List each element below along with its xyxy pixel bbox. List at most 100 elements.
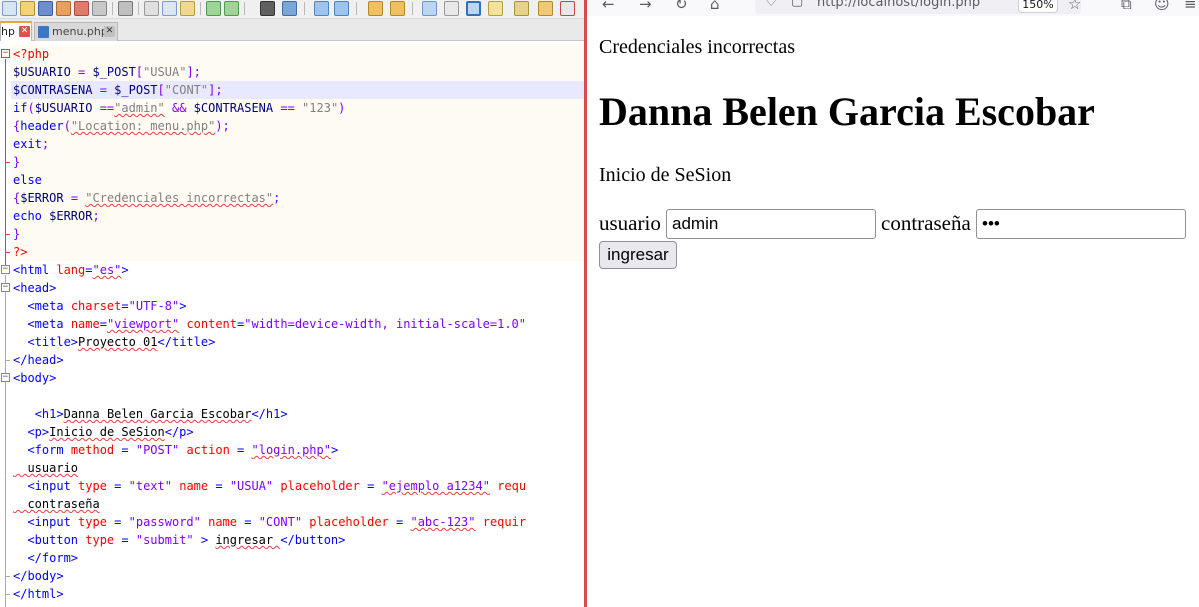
tab-login-php[interactable]: hp ✕	[0, 21, 32, 41]
undo-icon[interactable]	[206, 1, 221, 16]
fold-toggle-icon[interactable]: −	[1, 373, 10, 382]
zoom-level-badge[interactable]: 150%	[1018, 0, 1058, 13]
code-token: )	[338, 101, 346, 115]
code-editor-window: hp ✕ menu.php ✕ − − − − <?php $USUARIO = $_P…	[0, 0, 585, 607]
tab-label: menu.php	[52, 25, 108, 38]
save-icon[interactable]	[38, 1, 53, 16]
home-icon[interactable]: ⌂	[710, 0, 720, 13]
username-input[interactable]	[666, 209, 876, 239]
code-line[interactable]: <head>	[11, 279, 585, 297]
submit-button[interactable]: ingresar	[599, 241, 677, 269]
code-line[interactable]: <html lang="es">	[11, 261, 585, 279]
close-file-icon[interactable]	[74, 1, 89, 16]
menu-icon[interactable]: ≡	[1184, 0, 1197, 13]
function-list-icon[interactable]	[514, 1, 529, 16]
word-wrap-icon[interactable]	[422, 1, 437, 16]
code-line[interactable]: <?php	[11, 45, 585, 63]
show-all-chars-icon[interactable]	[444, 1, 459, 16]
code-token: </title>	[157, 335, 216, 349]
close-icon[interactable]: ✕	[104, 26, 115, 37]
code-token: </button>	[280, 533, 346, 547]
password-input[interactable]	[976, 209, 1186, 239]
fold-toggle-icon[interactable]: −	[1, 265, 10, 274]
code-token: type	[78, 479, 107, 493]
code-line[interactable]: {header("Location: menu.php");	[11, 117, 585, 135]
code-line[interactable]	[11, 387, 585, 405]
fold-toggle-icon[interactable]: −	[1, 283, 10, 292]
extensions-icon[interactable]: ⧉	[1121, 0, 1132, 13]
code-line[interactable]: <p>Inicio de SeSion</p>	[11, 423, 585, 441]
close-all-icon[interactable]	[92, 1, 107, 16]
php-file-icon	[38, 26, 49, 38]
code-line[interactable]: if($USUARIO =="admin" && $CONTRASENA == …	[11, 99, 585, 117]
code-line[interactable]: <button type = "submit" > ingresar </but…	[11, 531, 585, 549]
doc-map-icon[interactable]	[488, 1, 503, 16]
editor-tab-bar: hp ✕ menu.php ✕	[0, 19, 585, 41]
toolbar-separator	[356, 2, 357, 15]
code-line[interactable]: contraseña	[11, 495, 585, 513]
back-arrow-icon[interactable]: ←	[602, 0, 615, 13]
bookmark-star-icon[interactable]: ☆	[1068, 0, 1081, 13]
code-line[interactable]: </body>	[11, 567, 585, 585]
zoom-out-icon[interactable]	[334, 1, 349, 16]
indent-guide-icon[interactable]	[466, 1, 481, 16]
find-icon[interactable]	[260, 1, 275, 16]
code-line[interactable]: <input type = "text" name = "USUA" place…	[11, 477, 585, 495]
code-line[interactable]: {$ERROR = "Credenciales incorrectas";	[11, 189, 585, 207]
code-line[interactable]: exit;	[11, 135, 585, 153]
account-icon[interactable]: ☺	[1154, 0, 1170, 13]
forward-arrow-icon[interactable]: →	[639, 0, 652, 13]
paste-icon[interactable]	[180, 1, 195, 16]
code-line[interactable]: <body>	[11, 369, 585, 387]
sync-horizontal-icon[interactable]	[390, 1, 405, 16]
open-file-icon[interactable]	[20, 1, 35, 16]
fold-end-marker	[5, 360, 10, 361]
reload-icon[interactable]: ↻	[675, 0, 688, 13]
url-text[interactable]: http://localhost/login.php	[817, 0, 980, 10]
code-line[interactable]: </head>	[11, 351, 585, 369]
code-token: "CONT"	[164, 83, 209, 97]
code-line[interactable]: else	[11, 171, 585, 189]
url-bar[interactable]: ♡ ▢ http://localhost/login.php 150%	[755, 0, 1081, 14]
zoom-in-icon[interactable]	[314, 1, 329, 16]
code-line[interactable]: <input type = "password" name = "CONT" p…	[11, 513, 585, 531]
new-file-icon[interactable]	[2, 1, 17, 16]
code-line[interactable]: <meta name="viewport" content="width=dev…	[11, 315, 585, 333]
code-line[interactable]: ?>	[11, 243, 585, 261]
sync-vertical-icon[interactable]	[368, 1, 383, 16]
print-icon[interactable]	[118, 1, 133, 16]
toolbar-separator	[138, 2, 139, 15]
code-line[interactable]: <meta charset="UTF-8">	[11, 297, 585, 315]
code-token: >	[330, 443, 339, 457]
code-line[interactable]: }	[11, 153, 585, 171]
fold-toggle-icon[interactable]: −	[1, 49, 10, 58]
copy-icon[interactable]	[162, 1, 177, 16]
shield-icon[interactable]: ♡	[765, 0, 778, 10]
code-line[interactable]: usuario	[11, 459, 585, 477]
page-info-icon[interactable]: ▢	[791, 0, 803, 9]
code-token: <meta	[27, 317, 71, 331]
replace-icon[interactable]	[282, 1, 297, 16]
code-token: <p>	[27, 425, 50, 439]
code-line[interactable]: echo $ERROR;	[11, 207, 585, 225]
code-area[interactable]: − − − − <?php $USUARIO = $_POST["USUA"]; $CON…	[0, 45, 585, 607]
code-line[interactable]: $CONTRASENA = $_POST["CONT"];	[11, 81, 585, 99]
code-line[interactable]: <h1>Danna Belen Garcia Escobar</h1>	[11, 405, 585, 423]
close-icon[interactable]: ✕	[19, 26, 30, 37]
code-token: </body>	[13, 569, 64, 583]
code-token: ingresar	[215, 533, 281, 547]
code-line[interactable]: </html>	[11, 585, 585, 603]
cut-icon[interactable]	[144, 1, 159, 16]
code-line[interactable]: <title>Proyecto 01</title>	[11, 333, 585, 351]
save-all-icon[interactable]	[56, 1, 71, 16]
code-line[interactable]: }	[11, 225, 585, 243]
code-line[interactable]: <form method = "POST" action = "login.ph…	[11, 441, 585, 459]
code-token: <input	[27, 479, 79, 493]
monitoring-icon[interactable]	[560, 1, 575, 16]
redo-icon[interactable]	[224, 1, 239, 16]
code-line[interactable]: </form>	[11, 549, 585, 567]
code-line[interactable]: $USUARIO = $_POST["USUA"];	[11, 63, 585, 81]
folder-workspace-icon[interactable]	[538, 1, 553, 16]
tab-menu-php[interactable]: menu.php ✕	[34, 22, 118, 41]
